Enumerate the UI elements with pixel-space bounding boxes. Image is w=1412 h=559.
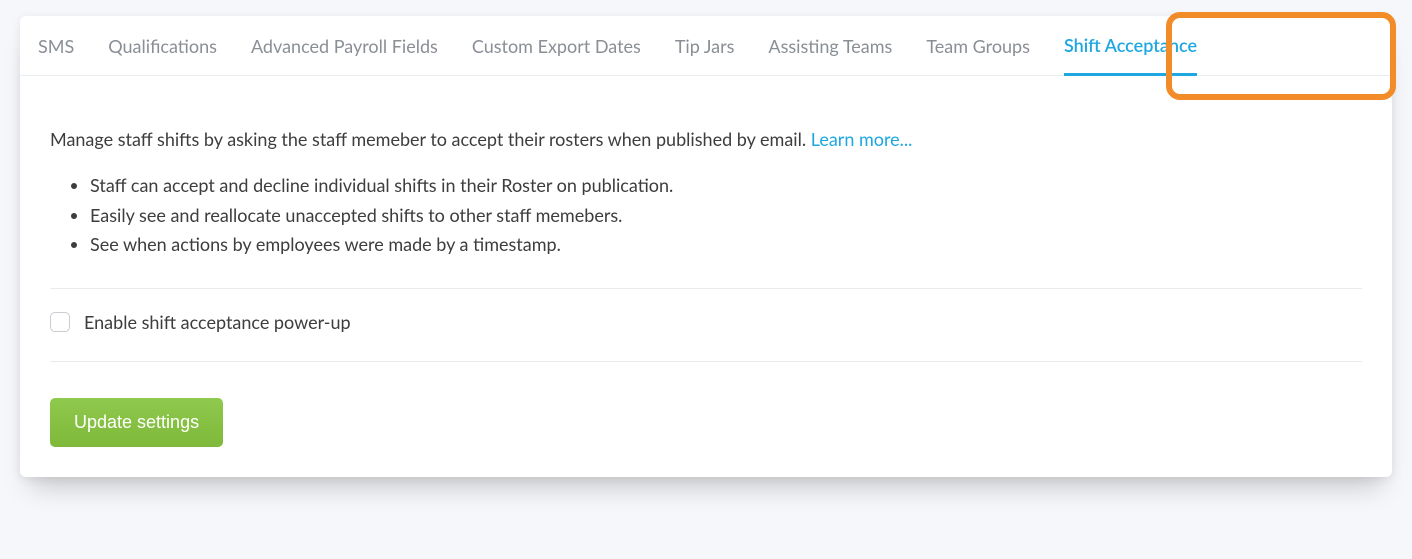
tab-sms[interactable]: SMS xyxy=(38,16,74,75)
tab-qualifications[interactable]: Qualifications xyxy=(108,16,217,75)
feature-item: Easily see and reallocate unaccepted shi… xyxy=(90,201,1362,231)
feature-list: Staff can accept and decline individual … xyxy=(50,171,1362,260)
intro-paragraph: Manage staff shifts by asking the staff … xyxy=(50,126,1362,153)
tab-assisting-teams[interactable]: Assisting Teams xyxy=(768,16,892,75)
learn-more-link[interactable]: Learn more... xyxy=(811,128,913,150)
tab-content: Manage staff shifts by asking the staff … xyxy=(20,76,1392,477)
feature-item: Staff can accept and decline individual … xyxy=(90,171,1362,201)
feature-item: See when actions by employees were made … xyxy=(90,230,1362,260)
divider xyxy=(50,361,1362,362)
intro-text: Manage staff shifts by asking the staff … xyxy=(50,128,811,150)
tab-custom-export-dates[interactable]: Custom Export Dates xyxy=(472,16,641,75)
tab-bar: SMS Qualifications Advanced Payroll Fiel… xyxy=(20,16,1392,76)
tab-team-groups[interactable]: Team Groups xyxy=(926,16,1030,75)
tab-tip-jars[interactable]: Tip Jars xyxy=(675,16,735,75)
settings-card: SMS Qualifications Advanced Payroll Fiel… xyxy=(20,16,1392,477)
enable-shift-acceptance-label: Enable shift acceptance power-up xyxy=(84,311,351,333)
tab-advanced-payroll-fields[interactable]: Advanced Payroll Fields xyxy=(251,16,438,75)
update-settings-button[interactable]: Update settings xyxy=(50,398,223,447)
enable-shift-acceptance-checkbox[interactable] xyxy=(50,312,70,332)
tab-shift-acceptance[interactable]: Shift Acceptance xyxy=(1064,17,1197,76)
enable-checkbox-row: Enable shift acceptance power-up xyxy=(50,289,1362,361)
